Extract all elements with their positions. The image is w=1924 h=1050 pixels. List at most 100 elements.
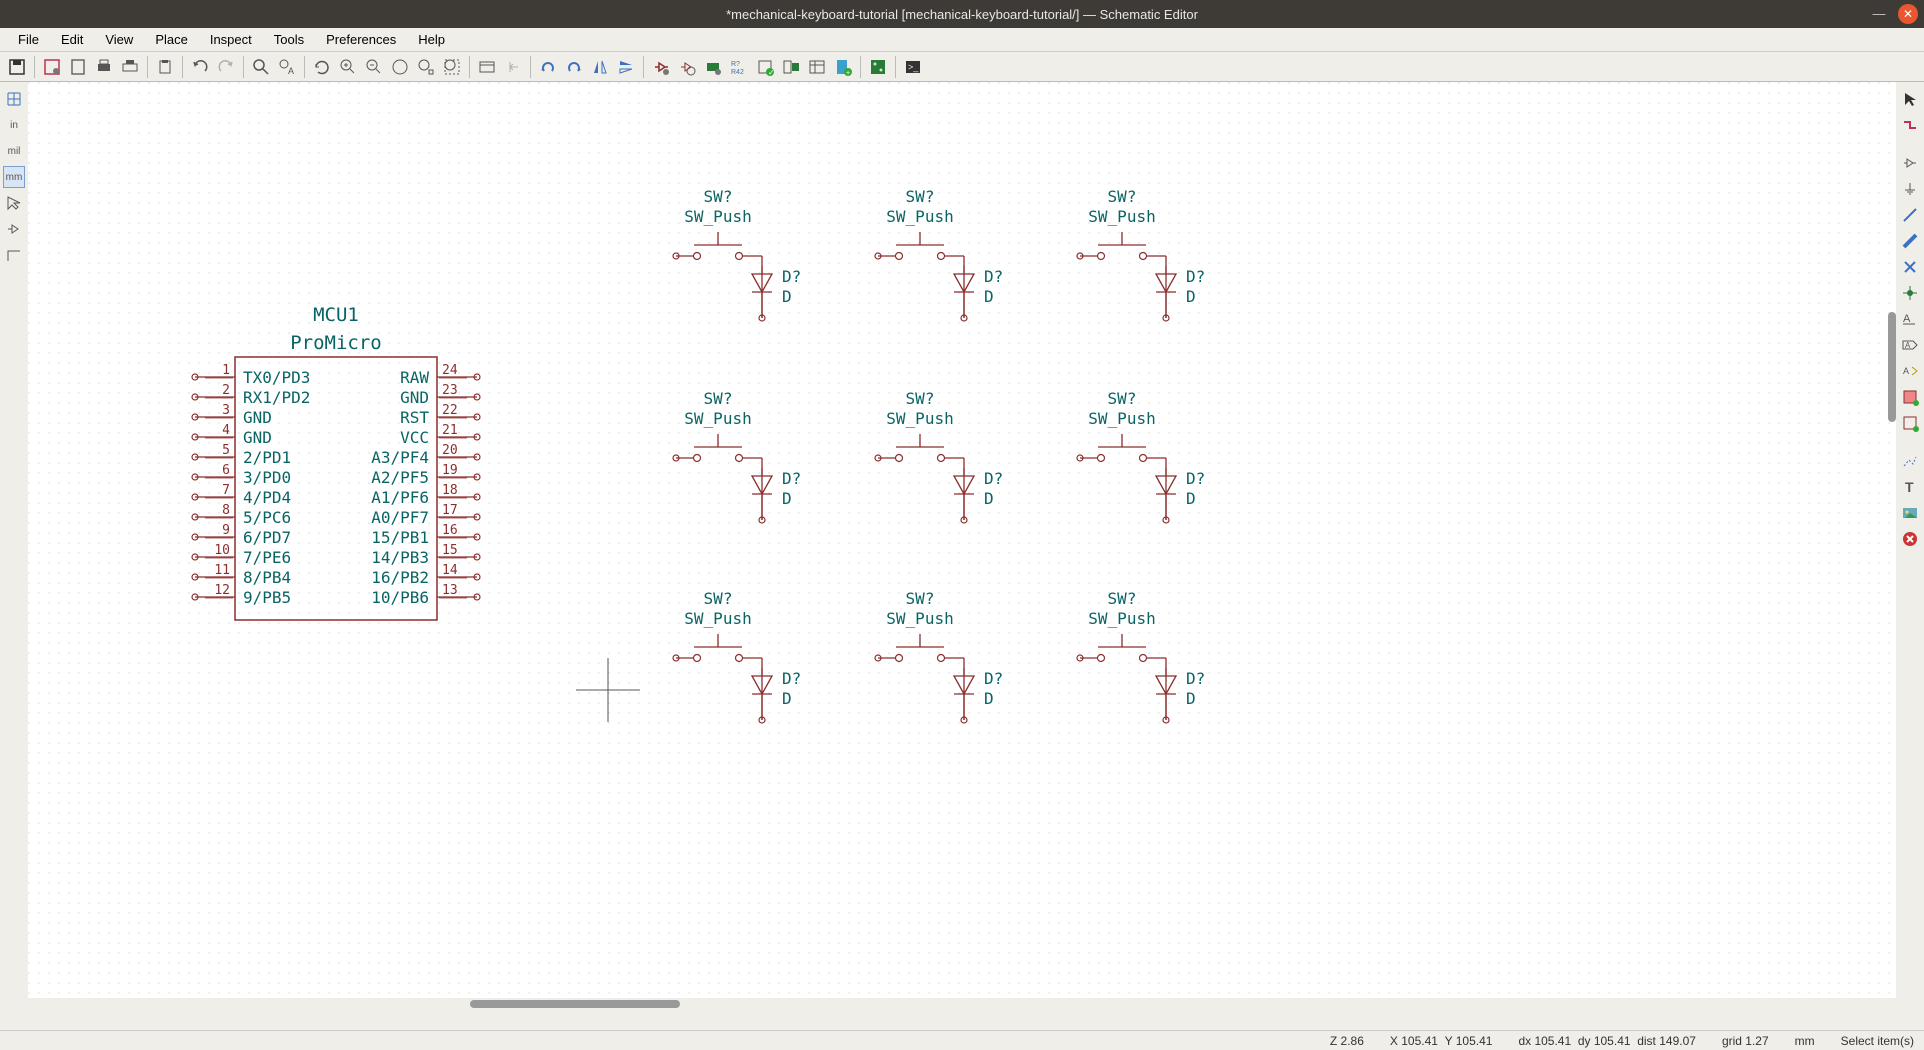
svg-text:SW_Push: SW_Push	[886, 409, 953, 428]
back-icon[interactable]	[502, 56, 524, 78]
add-text-icon[interactable]: T	[1899, 476, 1921, 498]
navigate-icon[interactable]	[476, 56, 498, 78]
console-icon[interactable]: >_	[902, 56, 924, 78]
svg-text:16/PB2: 16/PB2	[371, 568, 429, 587]
svg-text:GND: GND	[243, 408, 272, 427]
close-button[interactable]: ✕	[1898, 4, 1918, 24]
zoom-objects-icon[interactable]	[415, 56, 437, 78]
pcb-editor-icon[interactable]	[867, 56, 889, 78]
add-image-icon[interactable]	[1899, 502, 1921, 524]
mirror-h-icon[interactable]	[589, 56, 611, 78]
svg-text:SW?: SW?	[1108, 589, 1137, 608]
schematic-setup-icon[interactable]	[41, 56, 63, 78]
refresh-icon[interactable]	[311, 56, 333, 78]
hier-sheet-icon[interactable]	[1899, 386, 1921, 408]
assign-footprints-icon[interactable]	[780, 56, 802, 78]
junction-icon[interactable]	[1899, 282, 1921, 304]
zoom-fit-icon[interactable]	[389, 56, 411, 78]
svg-text:D: D	[782, 689, 792, 708]
hier-label-icon[interactable]: A	[1899, 360, 1921, 382]
find-replace-icon[interactable]: A	[276, 56, 298, 78]
status-hint: Select item(s)	[1841, 1034, 1914, 1048]
find-icon[interactable]	[250, 56, 272, 78]
window-title: *mechanical-keyboard-tutorial [mechanica…	[726, 7, 1198, 22]
select-tool-icon[interactable]	[1899, 88, 1921, 110]
menu-edit[interactable]: Edit	[51, 30, 93, 49]
svg-text:4/PD4: 4/PD4	[243, 488, 291, 507]
schematic-canvas[interactable]: MCU1ProMicro1TX0/PD32RX1/PD23GND4GND52/P…	[28, 82, 1896, 998]
horizontal-scrollbar[interactable]	[0, 998, 1924, 1010]
menu-tools[interactable]: Tools	[264, 30, 314, 49]
zoom-selection-icon[interactable]	[441, 56, 463, 78]
add-power-icon[interactable]	[1899, 178, 1921, 200]
menu-inspect[interactable]: Inspect	[200, 30, 262, 49]
hidden-pins-icon[interactable]	[3, 218, 25, 240]
add-line-icon[interactable]	[1899, 450, 1921, 472]
browse-symbols-icon[interactable]	[676, 56, 698, 78]
menu-file[interactable]: File	[8, 30, 49, 49]
rotate-cw-icon[interactable]	[563, 56, 585, 78]
undo-icon[interactable]	[189, 56, 211, 78]
svg-text:14: 14	[442, 563, 458, 578]
statusbar: Z 2.86 X 105.41 Y 105.41 dx 105.41 dy 10…	[0, 1030, 1924, 1050]
svg-text:SW?: SW?	[1108, 187, 1137, 206]
delete-icon[interactable]	[1899, 528, 1921, 550]
menu-place[interactable]: Place	[145, 30, 198, 49]
highlight-net-icon[interactable]	[1899, 114, 1921, 136]
svg-text:D: D	[984, 287, 994, 306]
grid-toggle-icon[interactable]	[3, 88, 25, 110]
minimize-button[interactable]: —	[1870, 4, 1888, 22]
svg-text:9: 9	[222, 523, 230, 538]
paste-icon[interactable]	[154, 56, 176, 78]
svg-text:+: +	[846, 70, 850, 76]
redo-icon[interactable]	[215, 56, 237, 78]
add-symbol-icon[interactable]	[1899, 152, 1921, 174]
add-bus-icon[interactable]	[1899, 230, 1921, 252]
rotate-ccw-icon[interactable]	[537, 56, 559, 78]
menu-help[interactable]: Help	[408, 30, 455, 49]
svg-text:6/PD7: 6/PD7	[243, 528, 291, 547]
units-in-button[interactable]: in	[3, 114, 25, 136]
add-wire-icon[interactable]	[1899, 204, 1921, 226]
footprint-editor-icon[interactable]	[702, 56, 724, 78]
svg-text:A1/PF6: A1/PF6	[371, 488, 429, 507]
svg-text:14/PB3: 14/PB3	[371, 548, 429, 567]
net-label-icon[interactable]: A	[1899, 308, 1921, 330]
units-mil-button[interactable]: mil	[3, 140, 25, 162]
svg-text:D: D	[1186, 287, 1196, 306]
status-y: Y 105.41	[1445, 1034, 1493, 1048]
global-label-icon[interactable]: A	[1899, 334, 1921, 356]
svg-text:R?: R?	[731, 61, 740, 68]
svg-text:D?: D?	[984, 469, 1003, 488]
svg-text:7/PE6: 7/PE6	[243, 548, 291, 567]
page-settings-icon[interactable]	[67, 56, 89, 78]
svg-text:5: 5	[222, 443, 230, 458]
no-connect-icon[interactable]	[1899, 256, 1921, 278]
toolbar: A R?R42 ✓ + >_	[0, 52, 1924, 82]
import-sheet-pin-icon[interactable]	[1899, 412, 1921, 434]
menu-preferences[interactable]: Preferences	[316, 30, 406, 49]
zoom-out-icon[interactable]	[363, 56, 385, 78]
svg-text:SW_Push: SW_Push	[684, 207, 751, 226]
units-mm-button[interactable]: mm	[3, 166, 25, 188]
svg-text:12: 12	[214, 583, 230, 598]
save-icon[interactable]	[6, 56, 28, 78]
free-angle-icon[interactable]	[3, 244, 25, 266]
symbol-fields-icon[interactable]	[806, 56, 828, 78]
print-icon[interactable]	[93, 56, 115, 78]
zoom-in-icon[interactable]	[337, 56, 359, 78]
annotate-icon[interactable]: R?R42	[728, 56, 750, 78]
svg-text:A2/PF5: A2/PF5	[371, 468, 429, 487]
svg-text:24: 24	[442, 363, 458, 378]
menu-view[interactable]: View	[95, 30, 143, 49]
erc-icon[interactable]: ✓	[754, 56, 776, 78]
svg-text:23: 23	[442, 383, 458, 398]
bom-icon[interactable]: +	[832, 56, 854, 78]
mirror-v-icon[interactable]	[615, 56, 637, 78]
vertical-scrollbar[interactable]	[1888, 312, 1896, 422]
cursor-style-icon[interactable]	[3, 192, 25, 214]
symbol-editor-icon[interactable]	[650, 56, 672, 78]
svg-text:>_: >_	[908, 62, 919, 72]
plot-icon[interactable]	[119, 56, 141, 78]
status-dx: dx 105.41	[1518, 1034, 1571, 1048]
